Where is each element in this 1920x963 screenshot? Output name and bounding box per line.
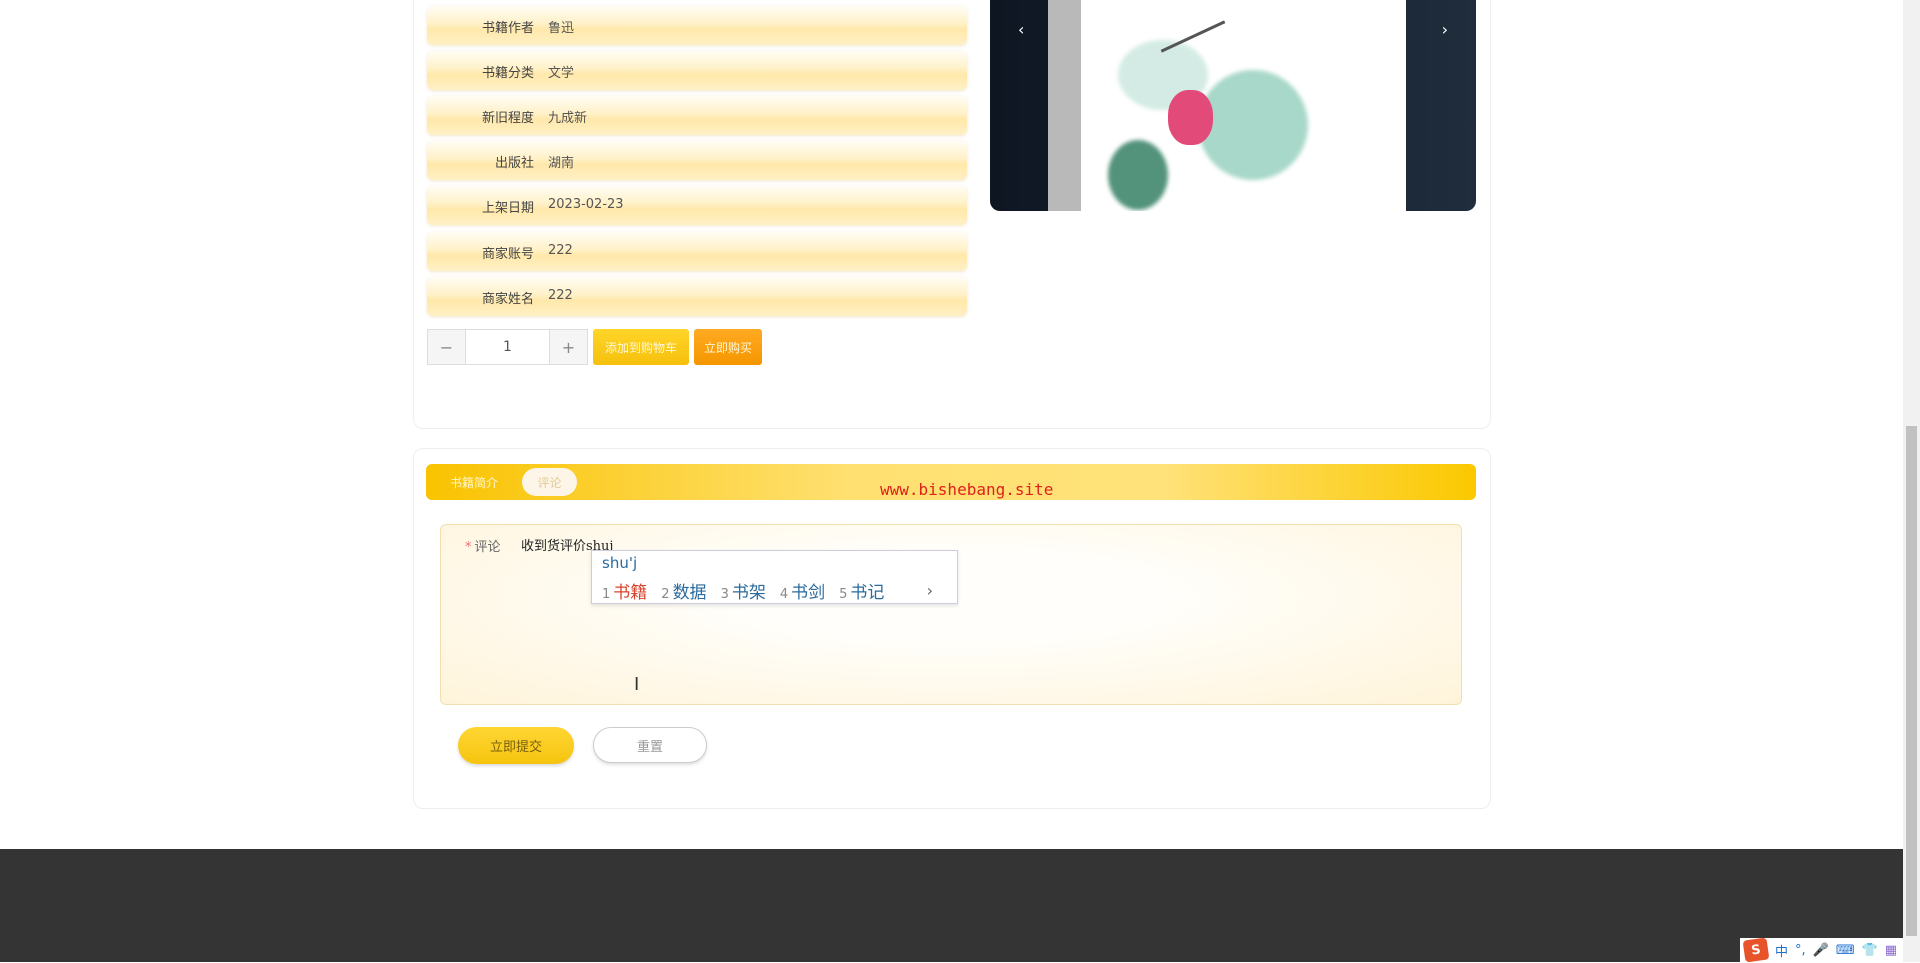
detail-value: 222 (548, 288, 573, 303)
quantity-input[interactable]: 1 (465, 330, 550, 364)
comment-label-text: 评论 (474, 540, 501, 555)
detail-row-publisher: 出版社 湖南 (427, 141, 967, 180)
quantity-stepper: − 1 + (427, 329, 588, 365)
buy-now-button[interactable]: 立即购买 (694, 329, 762, 365)
detail-row-category: 书籍分类 文学 (427, 51, 967, 90)
ime-candidate[interactable]: 3 书架 (721, 578, 766, 603)
detail-label: 商家账号 (481, 247, 534, 262)
dragonfly (1160, 20, 1226, 53)
detail-label: 书籍分类 (481, 66, 534, 81)
detail-value: 鲁迅 (548, 21, 575, 36)
detail-value: 文学 (548, 66, 575, 81)
ime-pinyin: shu'j (602, 554, 638, 572)
detail-value: 2023-02-23 (548, 197, 624, 212)
tab-book-intro[interactable]: 书籍简介 (450, 474, 498, 491)
add-to-cart-button[interactable]: 添加到购物车 (593, 329, 689, 365)
book-cover-image (1048, 0, 1406, 211)
detail-value: 222 (548, 243, 573, 258)
ime-candidate[interactable]: 4 书剑 (780, 578, 825, 603)
skin-icon[interactable]: 👕 (1862, 943, 1878, 958)
detail-label: 书籍作者 (481, 21, 534, 36)
ime-candidate-popup: shu'j 1 书籍 2 数据 3 书架 4 书剑 5 书记 › (591, 550, 958, 604)
detail-row-author: 书籍作者 鲁迅 (427, 6, 967, 45)
language-toggle[interactable]: 中 (1775, 941, 1788, 960)
detail-label: 上架日期 (481, 201, 534, 216)
detail-row-condition: 新旧程度 九成新 (427, 96, 967, 135)
lotus-pod (1168, 90, 1213, 145)
detail-row-date: 上架日期 2023-02-23 (427, 186, 967, 225)
sogou-logo-icon[interactable]: S (1742, 937, 1770, 963)
detail-label: 商家姓名 (481, 292, 534, 307)
tab-comments[interactable]: 评论 (522, 468, 577, 496)
detail-value: 九成新 (548, 111, 588, 126)
required-mark: * (465, 540, 472, 555)
detail-label: 新旧程度 (481, 111, 534, 126)
punctuation-icon[interactable]: °, (1795, 943, 1806, 958)
increase-button[interactable]: + (550, 330, 587, 364)
ime-candidate[interactable]: 5 书记 (839, 578, 884, 603)
ime-candidates: 1 书籍 2 数据 3 书架 4 书剑 5 书记 (602, 578, 884, 603)
text-cursor-icon: I (634, 674, 640, 695)
keyboard-icon[interactable]: ⌨ (1836, 943, 1855, 958)
comment-label: * 评论 (465, 536, 501, 555)
book-image-carousel[interactable]: ‹ › (990, 0, 1476, 211)
page-footer (0, 849, 1903, 962)
submit-button[interactable]: 立即提交 (458, 727, 574, 764)
page-scrollbar[interactable] (1903, 0, 1920, 962)
reset-button[interactable]: 重置 (593, 727, 707, 763)
carousel-next-icon[interactable]: › (1442, 20, 1448, 39)
apps-icon[interactable]: ▦ (1885, 943, 1897, 958)
ime-next-page-icon[interactable]: › (927, 581, 933, 600)
microphone-icon[interactable]: 🎤 (1813, 943, 1829, 958)
carousel-prev-icon[interactable]: ‹ (1018, 20, 1024, 39)
ime-toolbar: S 中 °, 🎤 ⌨ 👕 ▦ (1740, 937, 1903, 963)
ime-candidate[interactable]: 1 书籍 (602, 578, 647, 603)
detail-row-merchant-account: 商家账号 222 (427, 232, 967, 271)
detail-value: 湖南 (548, 156, 575, 171)
ime-candidate[interactable]: 2 数据 (661, 578, 706, 603)
detail-row-merchant-name: 商家姓名 222 (427, 277, 967, 316)
decrease-button[interactable]: − (428, 330, 465, 364)
scrollbar-thumb[interactable] (1906, 426, 1917, 936)
watermark-text: www.bishebang.site (880, 480, 1054, 499)
book-spine (1048, 0, 1081, 211)
detail-label: 出版社 (494, 156, 534, 171)
